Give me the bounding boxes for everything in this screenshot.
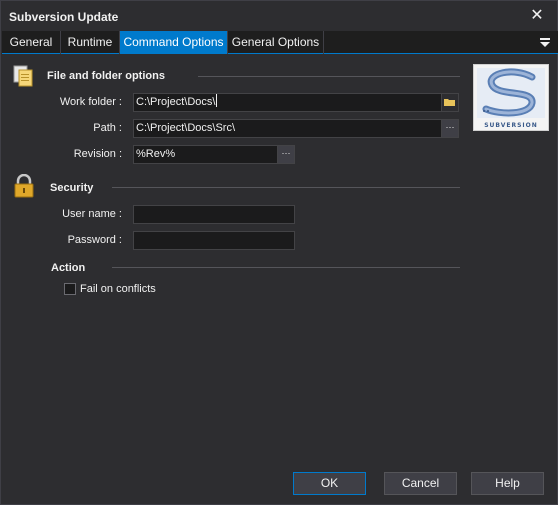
folder-icon[interactable] bbox=[441, 94, 458, 111]
ellipsis-icon: ··· bbox=[445, 122, 455, 132]
security-section-title: Security bbox=[50, 182, 94, 194]
fail-on-conflicts-label: Fail on conflicts bbox=[80, 283, 156, 295]
dialog-window: Subversion Update ✕ General Runtime Comm… bbox=[0, 0, 558, 505]
revision-browse-button[interactable]: ··· bbox=[277, 146, 294, 163]
password-input[interactable] bbox=[133, 231, 295, 250]
tab-overflow-icon[interactable] bbox=[538, 34, 552, 50]
revision-value: %Rev% bbox=[136, 148, 176, 160]
tab-bar: General Runtime Command Options General … bbox=[2, 31, 558, 54]
files-icon bbox=[12, 65, 36, 92]
path-input[interactable]: C:\Project\Docs\Src\ bbox=[133, 119, 459, 138]
revision-label: Revision : bbox=[73, 148, 122, 160]
title-bar: Subversion Update ✕ bbox=[1, 1, 557, 31]
path-label: Path : bbox=[93, 122, 122, 134]
path-browse-button[interactable]: ··· bbox=[441, 120, 458, 137]
tab-general[interactable]: General bbox=[2, 31, 61, 54]
password-label: Password : bbox=[67, 234, 122, 246]
path-value: C:\Project\Docs\Src\ bbox=[136, 122, 236, 134]
cancel-button[interactable]: Cancel bbox=[384, 472, 457, 495]
close-icon[interactable]: ✕ bbox=[527, 6, 547, 26]
work-folder-input[interactable]: C:\Project\Docs\ bbox=[133, 93, 459, 112]
help-button[interactable]: Help bbox=[471, 472, 544, 495]
ok-button[interactable]: OK bbox=[293, 472, 366, 495]
revision-input[interactable]: %Rev% bbox=[133, 145, 295, 164]
logo-text: SUBVERSION bbox=[484, 122, 538, 129]
section-divider bbox=[198, 76, 460, 77]
subversion-logo: SUBVERSION bbox=[473, 64, 549, 131]
username-input[interactable] bbox=[133, 205, 295, 224]
text-caret bbox=[216, 94, 218, 107]
work-folder-value: C:\Project\Docs\ bbox=[136, 96, 216, 108]
file-folder-section-title: File and folder options bbox=[47, 70, 165, 82]
ellipsis-icon: ··· bbox=[281, 148, 291, 158]
window-title: Subversion Update bbox=[9, 10, 119, 24]
tab-runtime[interactable]: Runtime bbox=[61, 31, 120, 54]
fail-on-conflicts-checkbox[interactable] bbox=[64, 283, 76, 295]
work-folder-label: Work folder : bbox=[59, 96, 122, 108]
tab-general-options[interactable]: General Options bbox=[228, 31, 324, 54]
tab-command-options[interactable]: Command Options bbox=[120, 31, 228, 54]
section-divider bbox=[112, 267, 460, 268]
username-label: User name : bbox=[62, 208, 122, 220]
lock-icon bbox=[13, 173, 35, 201]
section-divider bbox=[112, 187, 460, 188]
action-section-title: Action bbox=[51, 262, 86, 274]
